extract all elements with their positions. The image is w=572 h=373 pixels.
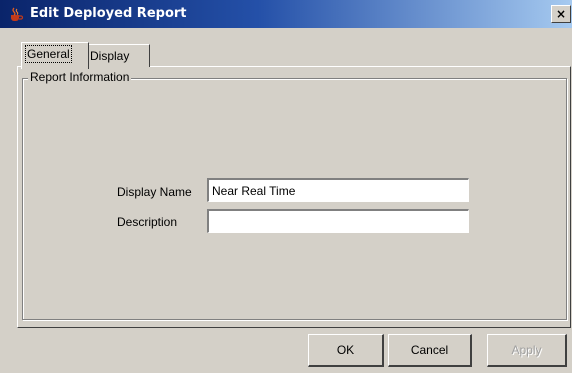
- display-name-input[interactable]: [207, 178, 469, 202]
- tab-general-label: General: [25, 45, 72, 63]
- window-title: Edit Deployed Report: [30, 6, 187, 21]
- cancel-button[interactable]: Cancel: [388, 334, 472, 367]
- display-name-label: Display Name: [117, 185, 192, 199]
- java-cup-icon: [8, 6, 24, 22]
- tab-display[interactable]: Display: [84, 44, 150, 67]
- tab-display-label: Display: [90, 49, 130, 63]
- apply-button[interactable]: Apply: [487, 334, 567, 367]
- group-title: Report Information: [28, 70, 132, 84]
- description-label: Description: [117, 215, 178, 229]
- edit-deployed-report-dialog: Edit Deployed Report × General Display R…: [0, 0, 572, 373]
- description-input[interactable]: [207, 209, 469, 233]
- close-icon[interactable]: ×: [551, 5, 571, 23]
- ok-button[interactable]: OK: [308, 334, 384, 367]
- title-bar[interactable]: Edit Deployed Report ×: [0, 0, 572, 28]
- tab-general[interactable]: General: [21, 42, 89, 69]
